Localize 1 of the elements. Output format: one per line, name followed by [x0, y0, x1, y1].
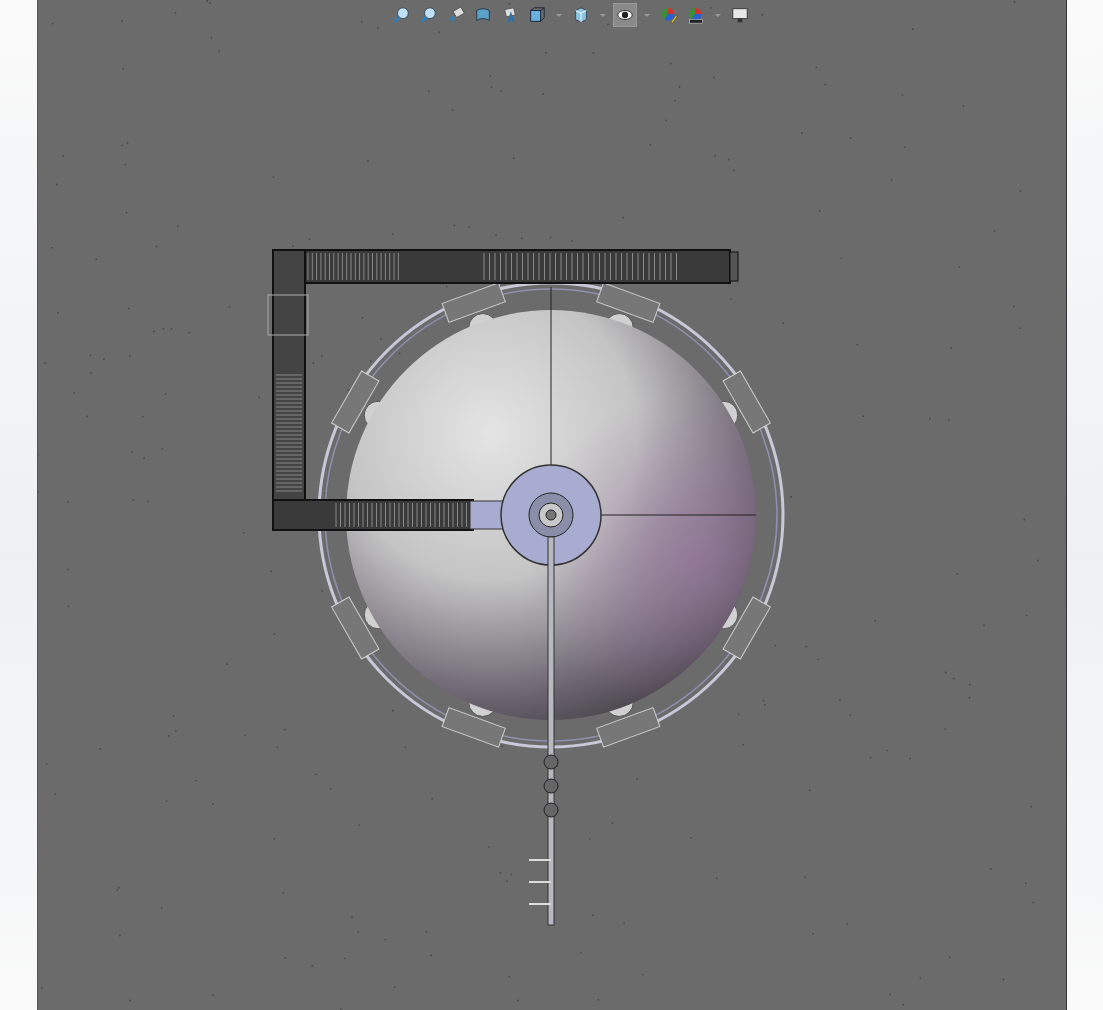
- eye-icon[interactable]: [613, 3, 637, 27]
